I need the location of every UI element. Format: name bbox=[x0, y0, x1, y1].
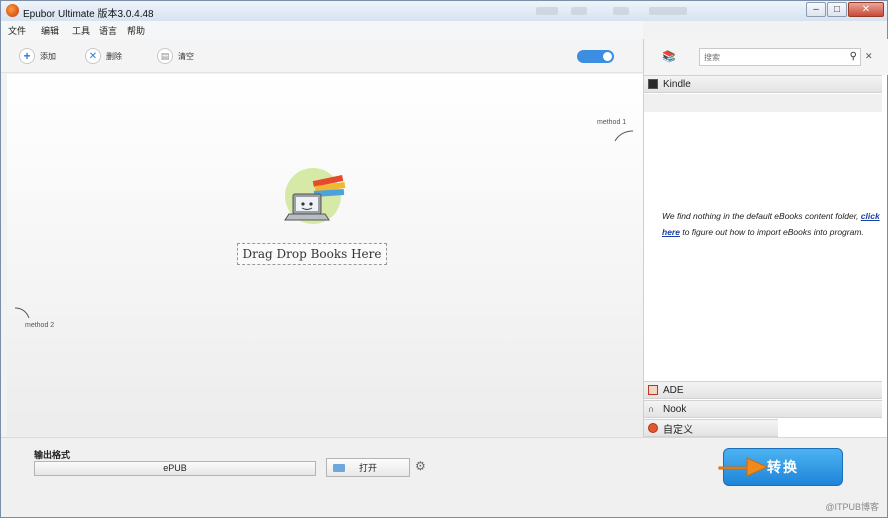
remove-label: 删除 bbox=[106, 51, 122, 61]
section-custom[interactable]: 自定义 bbox=[644, 419, 778, 437]
method2-hint: method 2 bbox=[25, 322, 55, 329]
convert-arrow-icon bbox=[718, 457, 769, 477]
bottom-bar: 输出格式 ePUB 打开 ⚙ 转换 @ITPUB博客 bbox=[1, 437, 887, 517]
open-folder-button[interactable]: 打开 bbox=[326, 458, 410, 477]
empty-msg-part2: to figure out how to import eBooks into … bbox=[682, 227, 864, 237]
menu-file[interactable]: 文件 bbox=[8, 24, 26, 37]
toggle-knob bbox=[603, 52, 612, 61]
blurred-link bbox=[649, 7, 687, 15]
menu-language[interactable]: 语言 bbox=[99, 24, 117, 37]
drop-area[interactable]: method 1 method 2 Drag Drop Books Here bbox=[7, 74, 643, 436]
output-format-select[interactable]: ePUB bbox=[34, 461, 316, 476]
menu-edit[interactable]: 编辑 bbox=[41, 24, 59, 37]
device-panel: 📚 ⚲ ✕ Kindle We find nothing in the defa… bbox=[643, 39, 888, 439]
method1-hint: method 1 bbox=[597, 119, 627, 126]
clear-search-icon[interactable]: ✕ bbox=[865, 51, 873, 62]
section-kindle[interactable]: Kindle bbox=[644, 75, 882, 93]
search-icon[interactable]: ⚲ bbox=[850, 51, 857, 62]
menu-bar: 文件 编辑 工具 语言 帮助 bbox=[1, 21, 643, 39]
ade-icon bbox=[648, 385, 658, 395]
add-label: 添加 bbox=[40, 51, 56, 61]
add-button[interactable]: + 添加 bbox=[19, 47, 56, 65]
clear-label: 清空 bbox=[178, 51, 194, 61]
open-label: 打开 bbox=[359, 463, 378, 473]
method1-arrow-icon bbox=[614, 130, 634, 142]
window-title: Epubor Ultimate 版本3.0.4.48 bbox=[23, 9, 154, 20]
clear-button[interactable]: ▤ 清空 bbox=[157, 47, 194, 65]
device-panel-header: 📚 ⚲ ✕ bbox=[644, 39, 888, 75]
title-bar: Epubor Ultimate 版本3.0.4.48 ‒ □ ✕ bbox=[1, 1, 887, 21]
app-logo-icon bbox=[6, 4, 19, 17]
clear-icon: ▤ bbox=[157, 48, 173, 64]
books-laptop-illustration bbox=[284, 168, 346, 224]
plus-icon: + bbox=[19, 48, 35, 64]
section-ade[interactable]: ADE bbox=[644, 381, 882, 399]
menu-tools[interactable]: 工具 bbox=[72, 24, 90, 37]
close-window-button[interactable]: ✕ bbox=[848, 2, 884, 17]
blurred-link bbox=[571, 7, 587, 15]
minimize-button[interactable]: ‒ bbox=[806, 2, 826, 17]
nook-icon: ∩ bbox=[648, 404, 655, 414]
maximize-button[interactable]: □ bbox=[827, 2, 847, 17]
menu-help[interactable]: 帮助 bbox=[127, 24, 145, 37]
drop-books-label: Drag Drop Books Here bbox=[237, 243, 387, 265]
remove-icon: ✕ bbox=[85, 48, 101, 64]
search-input[interactable] bbox=[700, 49, 835, 65]
custom-icon bbox=[648, 423, 658, 433]
remove-button[interactable]: ✕ 删除 bbox=[85, 47, 122, 65]
ade-label: ADE bbox=[663, 384, 684, 396]
view-toggle[interactable] bbox=[577, 50, 614, 63]
output-format-label: 输出格式 bbox=[34, 450, 71, 460]
kindle-subheader bbox=[644, 94, 882, 112]
search-box: ⚲ bbox=[699, 48, 861, 66]
nook-label: Nook bbox=[663, 403, 687, 415]
method2-arrow-icon bbox=[14, 307, 30, 319]
blurred-link bbox=[613, 7, 629, 15]
watermark: @ITPUB博客 bbox=[825, 502, 879, 512]
device-manager-icon[interactable]: 📚 bbox=[662, 50, 676, 63]
folder-icon bbox=[333, 463, 345, 472]
empty-library-message: We find nothing in the default eBooks co… bbox=[662, 208, 882, 240]
toolbar: + 添加 ✕ 删除 ▤ 清空 bbox=[1, 39, 643, 73]
blurred-link bbox=[536, 7, 558, 15]
gear-icon[interactable]: ⚙ bbox=[415, 459, 426, 473]
convert-label: 转换 bbox=[767, 459, 799, 475]
section-nook[interactable]: ∩ Nook bbox=[644, 400, 882, 418]
custom-label: 自定义 bbox=[663, 424, 693, 436]
empty-msg-part1: We find nothing in the default eBooks co… bbox=[662, 211, 859, 221]
kindle-label: Kindle bbox=[663, 78, 691, 90]
kindle-icon bbox=[648, 79, 658, 89]
app-window: Epubor Ultimate 版本3.0.4.48 ‒ □ ✕ 文件 编辑 工… bbox=[0, 0, 888, 518]
